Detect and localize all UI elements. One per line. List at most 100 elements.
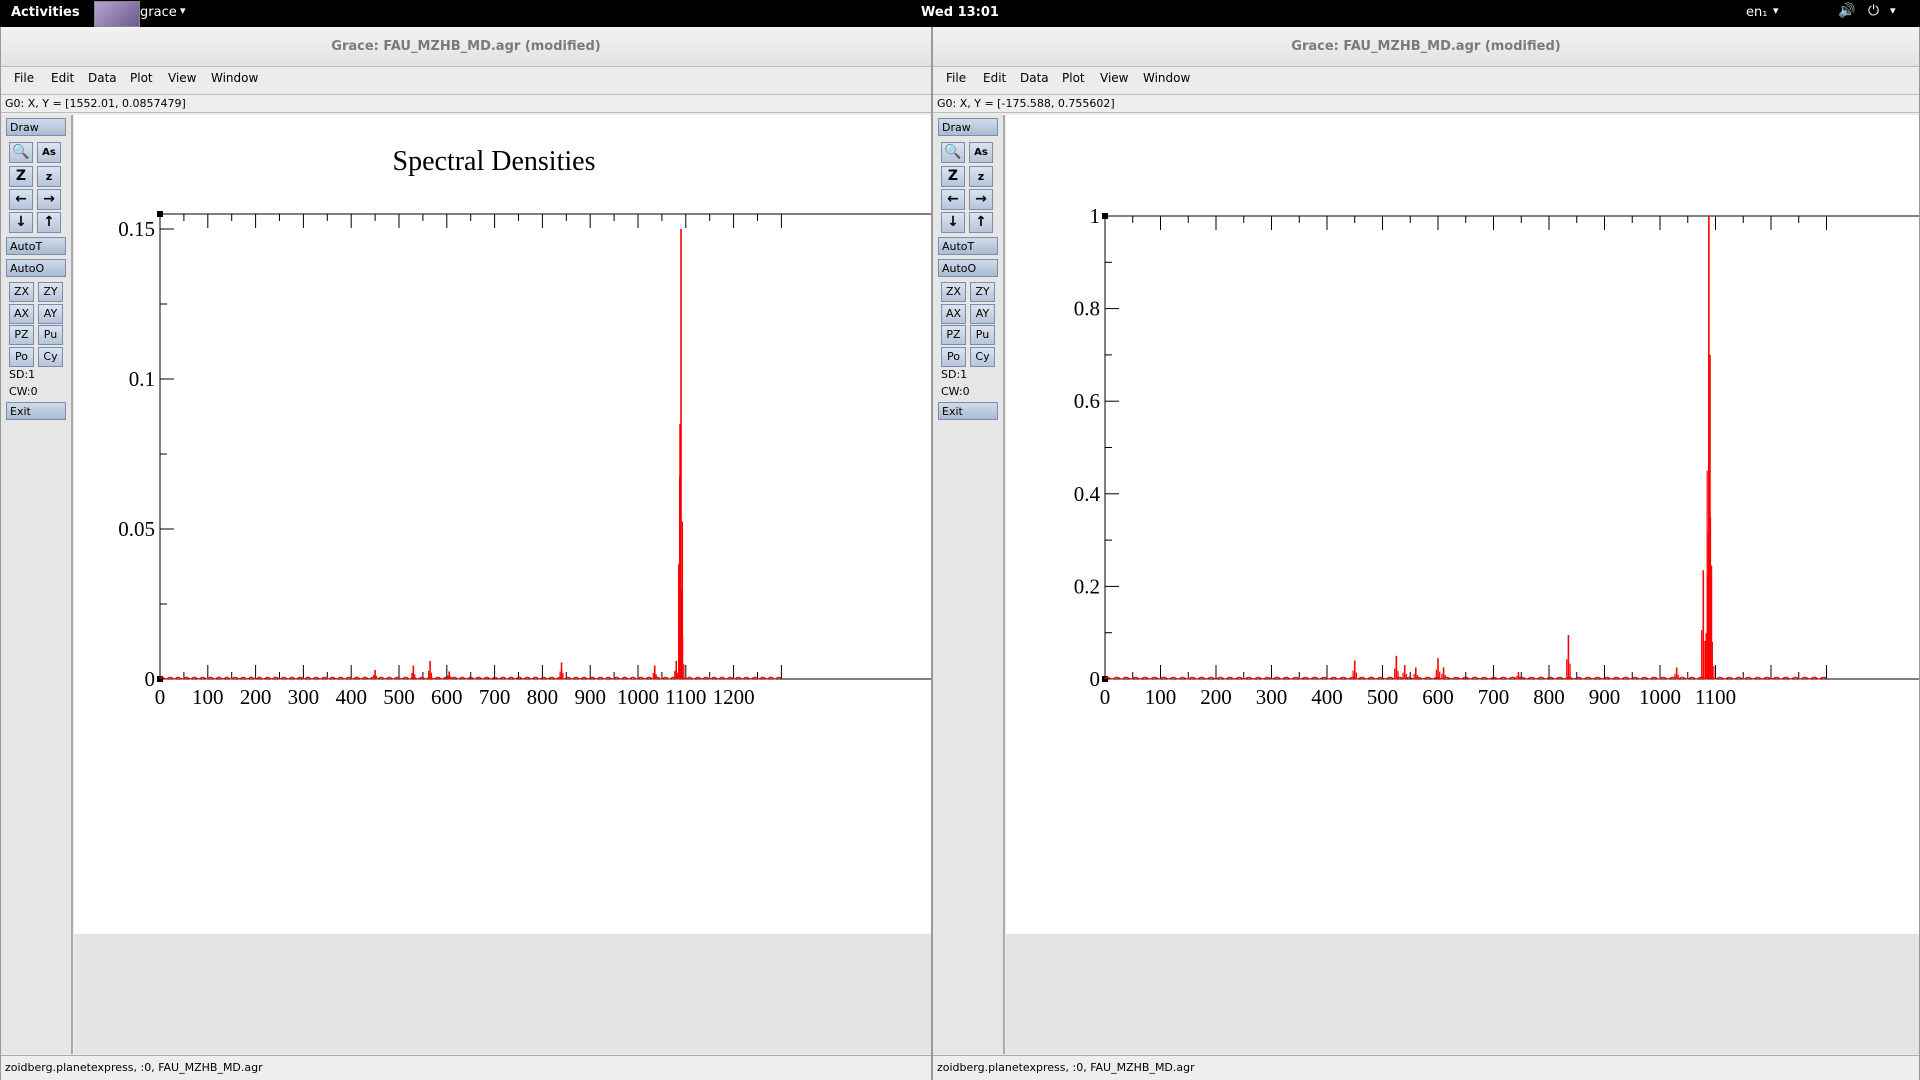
zoom-in-icon[interactable]: Z	[941, 166, 965, 187]
x-tick-label: 1000	[617, 685, 659, 709]
spectral-density-chart[interactable]: 0 100 200 300 400 500 600 700 800 900 1000 1100 0 0.2…	[1006, 115, 1919, 934]
x-tick-label: 0	[155, 685, 166, 709]
menu-window[interactable]: Window	[1143, 71, 1190, 85]
arrow-right-icon[interactable]: →	[37, 189, 61, 210]
autoo-button[interactable]: AutoO	[938, 259, 998, 277]
grace-window-left: Grace: FAU_MZHB_MD.agr (modified) File E…	[0, 27, 932, 1080]
y-tick-label: 0.4	[1074, 482, 1101, 506]
x-tick-label: 600	[1422, 685, 1454, 709]
x-tick-label: 1100	[1695, 685, 1736, 709]
arrow-right-icon[interactable]: →	[969, 189, 993, 210]
power-icon[interactable]: ⏻	[1868, 3, 1879, 19]
app-menu-label[interactable]: grace	[140, 5, 177, 20]
activities-button[interactable]: Activities	[11, 5, 80, 20]
chevron-down-icon[interactable]: ▾	[1773, 4, 1779, 17]
plot-canvas[interactable]: Spectral Densities 0 100 200 300 400 500 600 700…	[74, 115, 931, 934]
zoom-out-icon[interactable]: z	[969, 166, 993, 187]
menu-edit[interactable]: Edit	[51, 71, 74, 85]
po-button[interactable]: Po	[941, 347, 966, 367]
arrow-left-icon[interactable]: ←	[9, 189, 33, 210]
menu-file[interactable]: File	[14, 71, 34, 85]
x-tick-label: 1100	[665, 685, 706, 709]
coordinate-readout: G0: X, Y = [1552.01, 0.0857479]	[1, 94, 931, 113]
status-bar: zoidberg.planetexpress, :0, FAU_MZHB_MD.…	[933, 1055, 1919, 1080]
autoscale-icon[interactable]: As	[37, 142, 61, 163]
zoom-icon[interactable]: 🔍	[9, 142, 33, 163]
coordinate-readout: G0: X, Y = [-175.588, 0.755602]	[933, 94, 1919, 113]
arrow-down-icon[interactable]: ↓	[941, 212, 965, 233]
arrow-down-icon[interactable]: ↓	[9, 212, 33, 233]
y-tick-label: 0.6	[1074, 389, 1100, 413]
y-tick-label: 0	[145, 667, 156, 691]
xmgrace-app-icon[interactable]	[94, 1, 140, 27]
arrow-left-icon[interactable]: ←	[941, 189, 965, 210]
ay-button[interactable]: AY	[38, 304, 63, 324]
x-tick-label: 300	[1256, 685, 1288, 709]
menu-bar: File Edit Data Plot View Window	[1, 67, 931, 89]
x-tick-label: 500	[383, 685, 415, 709]
autoscale-icon[interactable]: As	[969, 142, 993, 163]
x-tick-label: 300	[288, 685, 320, 709]
autot-button[interactable]: AutoT	[938, 237, 998, 255]
cy-button[interactable]: Cy	[38, 347, 63, 367]
grace-window-right: Grace: FAU_MZHB_MD.agr (modified) File E…	[932, 27, 1920, 1080]
ay-button[interactable]: AY	[970, 304, 995, 324]
menu-file[interactable]: File	[946, 71, 966, 85]
canvas-background	[74, 934, 931, 1054]
po-button[interactable]: Po	[9, 347, 34, 367]
zy-button[interactable]: ZY	[38, 282, 63, 302]
cy-button[interactable]: Cy	[970, 347, 995, 367]
window-title[interactable]: Grace: FAU_MZHB_MD.agr (modified)	[1, 27, 931, 67]
clock[interactable]: Wed 13:01	[0, 5, 1920, 20]
window-title[interactable]: Grace: FAU_MZHB_MD.agr (modified)	[933, 27, 1919, 67]
draw-button[interactable]: Draw	[6, 118, 66, 136]
menu-plot[interactable]: Plot	[1062, 71, 1085, 85]
pu-button[interactable]: Pu	[970, 325, 995, 345]
menu-plot[interactable]: Plot	[130, 71, 153, 85]
autot-button[interactable]: AutoT	[6, 237, 66, 255]
x-tick-label: 400	[1311, 685, 1343, 709]
spectral-density-chart[interactable]: Spectral Densities 0 100 200 300 400 500 600 700…	[74, 115, 931, 934]
autoo-button[interactable]: AutoO	[6, 259, 66, 277]
menu-view[interactable]: View	[1100, 71, 1128, 85]
menu-data[interactable]: Data	[1020, 71, 1049, 85]
set-count-label: SD:1	[941, 368, 968, 381]
arrow-up-icon[interactable]: ↑	[37, 212, 61, 233]
chevron-down-icon[interactable]: ▾	[1890, 4, 1896, 17]
language-indicator[interactable]: en₁	[1746, 5, 1767, 20]
status-bar: zoidberg.planetexpress, :0, FAU_MZHB_MD.…	[1, 1055, 931, 1080]
exit-button[interactable]: Exit	[6, 402, 66, 420]
ax-button[interactable]: AX	[9, 304, 34, 324]
set-count-label: SD:1	[9, 368, 36, 381]
x-tick-label: 400	[335, 685, 367, 709]
zx-button[interactable]: ZX	[9, 282, 34, 302]
draw-button[interactable]: Draw	[938, 118, 998, 136]
menu-window[interactable]: Window	[211, 71, 258, 85]
arrow-up-icon[interactable]: ↑	[969, 212, 993, 233]
current-world-label: CW:0	[9, 385, 38, 398]
volume-icon[interactable]: 🔊	[1838, 3, 1855, 19]
y-tick-label: 0.1	[129, 367, 155, 391]
x-tick-label: 900	[574, 685, 606, 709]
canvas-background	[1006, 934, 1919, 1054]
menu-data[interactable]: Data	[88, 71, 117, 85]
exit-button[interactable]: Exit	[938, 402, 998, 420]
current-world-label: CW:0	[941, 385, 970, 398]
pz-button[interactable]: PZ	[941, 325, 966, 345]
pz-button[interactable]: PZ	[9, 325, 34, 345]
menu-view[interactable]: View	[168, 71, 196, 85]
plot-canvas[interactable]: 0 100 200 300 400 500 600 700 800 900 1000 1100 0 0.2…	[1006, 115, 1919, 934]
y-tick-label: 0.15	[118, 217, 155, 241]
pu-button[interactable]: Pu	[38, 325, 63, 345]
x-tick-label: 1200	[713, 685, 755, 709]
zy-button[interactable]: ZY	[970, 282, 995, 302]
menu-edit[interactable]: Edit	[983, 71, 1006, 85]
ax-button[interactable]: AX	[941, 304, 966, 324]
chevron-down-icon[interactable]: ▾	[180, 4, 186, 17]
zoom-icon[interactable]: 🔍	[941, 142, 965, 163]
x-tick-label: 0	[1100, 685, 1111, 709]
zoom-in-icon[interactable]: Z	[9, 166, 33, 187]
zx-button[interactable]: ZX	[941, 282, 966, 302]
zoom-out-icon[interactable]: z	[37, 166, 61, 187]
x-tick-label: 500	[1367, 685, 1399, 709]
